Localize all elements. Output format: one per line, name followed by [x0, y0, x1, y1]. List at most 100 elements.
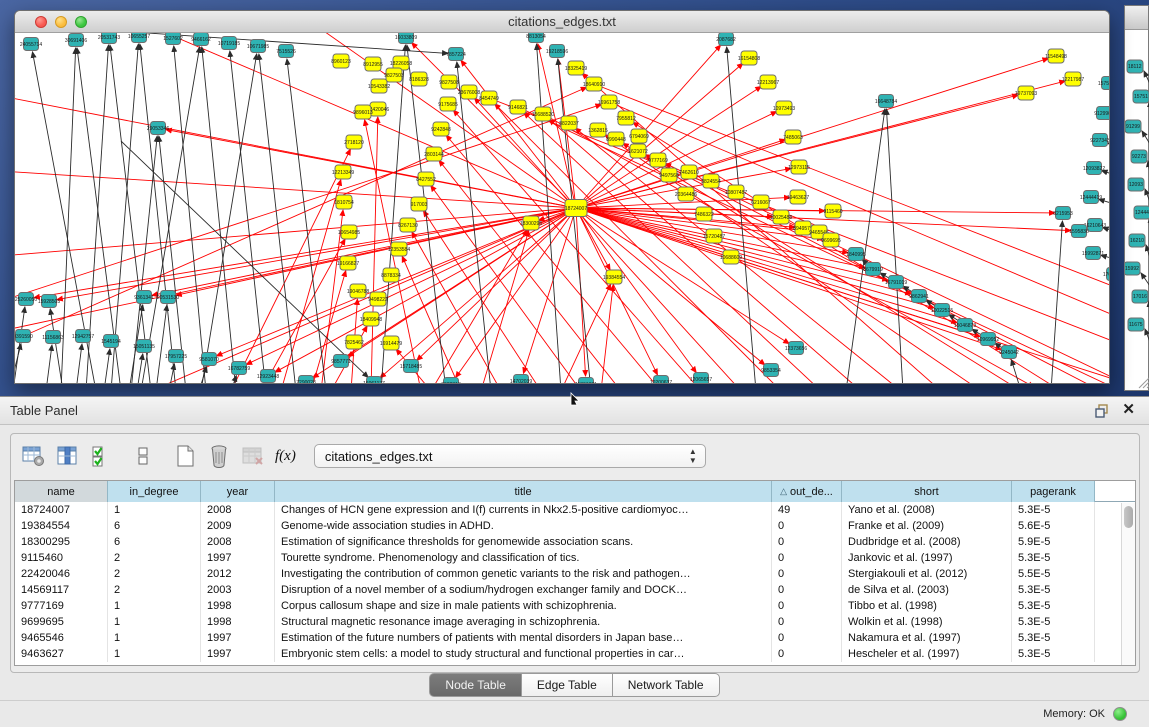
- citation-edge-black[interactable]: [1103, 227, 1109, 243]
- citation-edge-black[interactable]: [886, 109, 903, 383]
- table-cell[interactable]: 9115460: [15, 550, 108, 566]
- table-cell[interactable]: 18724007: [15, 502, 108, 518]
- close-panel-icon[interactable]: ✕: [1122, 402, 1135, 418]
- table-cell[interactable]: 9463627: [15, 646, 108, 662]
- table-cell[interactable]: 1997: [201, 646, 275, 662]
- table-cell[interactable]: Yano et al. (2008): [842, 502, 1012, 518]
- table-settings-button[interactable]: [19, 442, 47, 470]
- table-cell[interactable]: 2008: [201, 502, 275, 518]
- table-cell[interactable]: 1: [108, 598, 201, 614]
- table-cell[interactable]: de Silva et al. (2003): [842, 582, 1012, 598]
- table-cell[interactable]: Tibbo et al. (1998): [842, 598, 1012, 614]
- table-cell[interactable]: 1997: [201, 630, 275, 646]
- table-row[interactable]: 1872400712008Changes of HCN gene express…: [15, 502, 1135, 518]
- table-cell[interactable]: 9777169: [15, 598, 108, 614]
- column-header-in_degree[interactable]: in_degree: [108, 481, 201, 502]
- vertical-scrollbar[interactable]: [1121, 503, 1135, 665]
- delete-rows-button[interactable]: [205, 442, 233, 470]
- citation-edge-black[interactable]: [407, 45, 446, 383]
- citation-edge-black[interactable]: [121, 141, 368, 377]
- scrollbar-thumb[interactable]: [1124, 506, 1133, 528]
- table-cell[interactable]: 2: [108, 582, 201, 598]
- column-header-title[interactable]: title: [275, 481, 772, 502]
- citation-edge-red[interactable]: [380, 208, 576, 378]
- citation-edge-black[interactable]: [1101, 255, 1109, 269]
- table-cell[interactable]: 1998: [201, 598, 275, 614]
- table-cell[interactable]: 0: [772, 646, 842, 662]
- table-cell[interactable]: 0: [772, 582, 842, 598]
- table-cell[interactable]: Stergiakouli et al. (2012): [842, 566, 1012, 582]
- table-cell[interactable]: Corpus callosum shape and size in male p…: [275, 598, 772, 614]
- table-cell[interactable]: Structural magnetic resonance image aver…: [275, 614, 772, 630]
- table-row[interactable]: 969969511998Structural magnetic resonanc…: [15, 614, 1135, 630]
- table-cell[interactable]: Tourette syndrome. Phenomenology and cla…: [275, 550, 772, 566]
- table-cell[interactable]: 2: [108, 550, 201, 566]
- table-row[interactable]: 977716911998Corpus callosum shape and si…: [15, 598, 1135, 614]
- memory-status-indicator[interactable]: [1113, 707, 1127, 721]
- table-cell[interactable]: 0: [772, 598, 842, 614]
- table-cell[interactable]: 1: [108, 646, 201, 662]
- table-cell[interactable]: Nakamura et al. (1997): [842, 630, 1012, 646]
- table-cell[interactable]: 0: [772, 518, 842, 534]
- table-cell[interactable]: Genome-wide association studies in ADHD.: [275, 518, 772, 534]
- table-cell[interactable]: 2003: [201, 582, 275, 598]
- table-row[interactable]: 2242004622012Investigating the contribut…: [15, 566, 1135, 582]
- table-cell[interactable]: 2008: [201, 534, 275, 550]
- table-cell[interactable]: 0: [772, 614, 842, 630]
- table-cell[interactable]: 5.5E-5: [1012, 566, 1095, 582]
- table-cell[interactable]: Embryonic stem cells: a model to study s…: [275, 646, 772, 662]
- column-header-name[interactable]: name: [15, 481, 108, 502]
- table-cell[interactable]: 1: [108, 630, 201, 646]
- table-cell[interactable]: 5.9E-5: [1012, 534, 1095, 550]
- table-cell[interactable]: 5.3E-5: [1012, 502, 1095, 518]
- window-titlebar[interactable]: citations_edges.txt: [15, 11, 1109, 33]
- table-cell[interactable]: 0: [772, 534, 842, 550]
- table-cell[interactable]: 1997: [201, 550, 275, 566]
- deselect-all-rows-button[interactable]: [129, 442, 157, 470]
- table-cell[interactable]: 5.3E-5: [1012, 630, 1095, 646]
- tab-edge-table[interactable]: Edge Table: [522, 673, 613, 697]
- citation-edge-red[interactable]: [594, 84, 1109, 298]
- delete-table-button[interactable]: [239, 442, 267, 470]
- table-row[interactable]: 946362711997Embryonic stem cells: a mode…: [15, 646, 1135, 662]
- table-cell[interactable]: Hescheler et al. (1997): [842, 646, 1012, 662]
- table-cell[interactable]: Franke et al. (2009): [842, 518, 1012, 534]
- citation-edge-red[interactable]: [576, 208, 1055, 213]
- table-cell[interactable]: 1998: [201, 614, 275, 630]
- table-cell[interactable]: 6: [108, 534, 201, 550]
- citation-edge-black[interactable]: [15, 344, 21, 383]
- table-row[interactable]: 1456911722003Disruption of a novel membe…: [15, 582, 1135, 598]
- show-columns-button[interactable]: [53, 442, 81, 470]
- table-cell[interactable]: 19384554: [15, 518, 108, 534]
- table-cell[interactable]: 2: [108, 566, 201, 582]
- citation-edge-red[interactable]: [576, 208, 765, 365]
- citation-edge-red[interactable]: [576, 208, 696, 373]
- table-cell[interactable]: 2012: [201, 566, 275, 582]
- table-cell[interactable]: 14569117: [15, 582, 108, 598]
- table-cell[interactable]: Estimation of the future numbers of pati…: [275, 630, 772, 646]
- network-canvas[interactable]: 2405571430691406205317431065525715276029…: [15, 33, 1109, 383]
- citation-edge-black[interactable]: [76, 344, 82, 383]
- citation-edge-red[interactable]: [15, 87, 587, 346]
- table-cell[interactable]: 18300295: [15, 534, 108, 550]
- table-cell[interactable]: 9465546: [15, 630, 108, 646]
- table-cell[interactable]: 5.6E-5: [1012, 518, 1095, 534]
- citation-edge-red[interactable]: [576, 208, 934, 308]
- citation-edge-black[interactable]: [140, 44, 176, 383]
- citation-edge-black[interactable]: [156, 305, 167, 383]
- new-table-button[interactable]: [171, 442, 199, 470]
- network-view-window[interactable]: citations_edges.txt 24055714306914062053…: [14, 10, 1110, 384]
- citation-edge-black[interactable]: [230, 51, 266, 383]
- citation-edge-black[interactable]: [169, 364, 174, 383]
- table-select-dropdown[interactable]: citations_edges.txt ▲▼: [314, 444, 706, 468]
- citation-edge-black[interactable]: [159, 136, 186, 383]
- column-header-pagerank[interactable]: pagerank: [1012, 481, 1095, 502]
- float-panel-icon[interactable]: [1095, 404, 1109, 418]
- node-table[interactable]: namein_degreeyeartitle△out_de...shortpag…: [14, 480, 1136, 666]
- table-row[interactable]: 911546021997Tourette syndrome. Phenomeno…: [15, 550, 1135, 566]
- table-cell[interactable]: 1: [108, 614, 201, 630]
- table-cell[interactable]: 49: [772, 502, 842, 518]
- table-cell[interactable]: Estimation of significance thresholds fo…: [275, 534, 772, 550]
- citation-edge-black[interactable]: [202, 47, 236, 383]
- table-cell[interactable]: Dudbridge et al. (2008): [842, 534, 1012, 550]
